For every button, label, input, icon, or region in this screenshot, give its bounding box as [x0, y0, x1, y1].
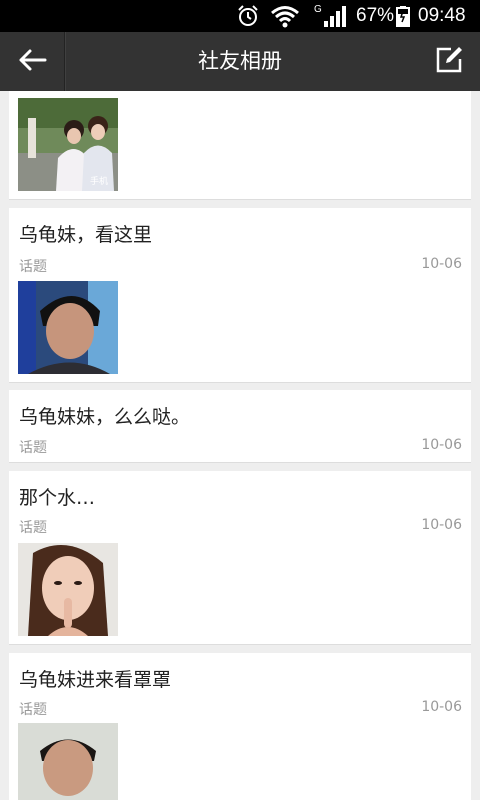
post-card[interactable]: 乌龟妹，看这里 话题 10-06 [9, 208, 471, 383]
post-photo[interactable] [18, 543, 118, 636]
post-title: 乌龟妹妹，么么哒。 [19, 406, 191, 428]
photo-watermark: 手机 [90, 175, 108, 187]
post-photo[interactable]: 手机 [18, 98, 118, 191]
post-card[interactable]: 乌龟妹妹，么么哒。 话题 10-06 [9, 390, 471, 463]
post-tag: 话题 [19, 702, 47, 718]
back-arrow-icon [17, 48, 47, 76]
battery-icon [396, 0, 410, 32]
edit-icon [435, 46, 465, 78]
post-date: 10-06 [421, 256, 462, 272]
post-photo[interactable] [18, 723, 118, 800]
post-tag: 话题 [19, 440, 47, 456]
divider [65, 32, 66, 91]
signal-icon: G [314, 0, 348, 32]
post-title: 乌龟妹进来看罩罩 [19, 669, 172, 691]
post-photo[interactable] [18, 281, 118, 374]
post-date: 10-06 [421, 437, 462, 453]
alarm-icon [236, 0, 260, 32]
post-feed[interactable]: 手机 乌龟妹，看这里 话题 10-06 乌龟妹妹，么么哒。 话题 10-06 那… [0, 91, 480, 800]
post-title: 乌龟妹，看这里 [19, 224, 153, 246]
page-title: 社友相册 [198, 49, 282, 73]
post-date: 10-06 [421, 699, 462, 715]
post-card[interactable]: 那个水… 话题 10-06 [9, 471, 471, 645]
compose-button[interactable] [420, 32, 480, 91]
battery-percent: 67% [356, 5, 395, 26]
post-date: 10-06 [421, 517, 462, 533]
wifi-icon [270, 0, 300, 32]
network-type-label: G [314, 4, 322, 15]
post-tag: 话题 [19, 259, 47, 275]
status-bar: G 67% 09:48 [0, 0, 480, 32]
post-tag: 话题 [19, 520, 47, 536]
post-title: 那个水… [19, 487, 96, 509]
action-bar: 社友相册 [0, 32, 480, 91]
clock-time: 09:48 [418, 5, 466, 26]
post-card[interactable]: 手机 [9, 91, 471, 200]
back-button[interactable] [0, 32, 64, 91]
post-card[interactable]: 乌龟妹进来看罩罩 话题 10-06 [9, 653, 471, 800]
